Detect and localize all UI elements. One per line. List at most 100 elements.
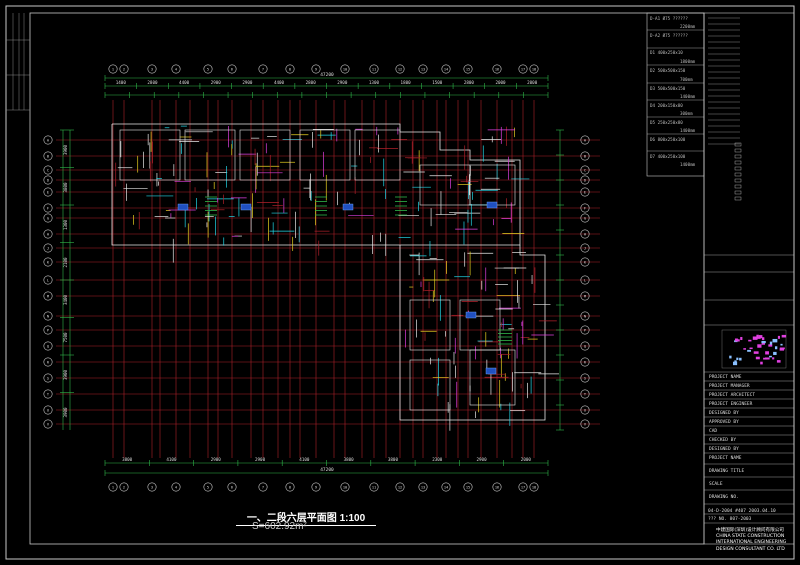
axis-bubble-top-label: 7 xyxy=(262,68,264,72)
key-plan-block xyxy=(736,357,739,361)
axis-bubble-bottom-label: 9 xyxy=(315,486,317,490)
axis-bubble-left-label: V xyxy=(47,423,50,427)
title-block xyxy=(703,12,795,545)
axis-bubble-bottom-label: 14 xyxy=(444,486,448,490)
dim-top-1-label: 1400 xyxy=(116,80,127,85)
axis-bubble-right-label: E xyxy=(584,191,586,195)
axis-bubble-bottom-label: 5 xyxy=(207,486,209,490)
company-block: 中建国际(深圳)设计顾问有限公司 CHINA STATE CONSTRUCTIO… xyxy=(716,528,792,553)
key-plan-block xyxy=(772,338,778,343)
key-plan-block xyxy=(769,355,772,358)
dim-top-1-label: 2900 xyxy=(337,80,348,85)
room-tag xyxy=(465,311,477,319)
key-plan-block xyxy=(748,339,752,342)
axis-bubble-left-label: T xyxy=(47,393,50,397)
dim-bottom-1-label: 2900 xyxy=(477,457,488,462)
axis-bubble-left-label: N xyxy=(47,315,49,319)
note-w3: D1 400x250x10 xyxy=(650,50,683,55)
unit-room xyxy=(419,164,471,206)
axis-bubble-top-label: 17 xyxy=(521,68,525,72)
axis-bubble-top-label: 3 xyxy=(151,68,153,72)
legend-swatch xyxy=(734,160,742,165)
tb-row-0: PROJECT NAME xyxy=(709,375,742,380)
axis-bubble-right-label: B xyxy=(584,155,586,159)
dim-top-1-label: 2900 xyxy=(242,80,253,85)
drawing-sheet: 1400 2800 4400 2900 2900 4400 2800 2900 1300 1800… xyxy=(5,5,795,560)
axis-bubble-left-label: S xyxy=(47,377,49,381)
dim-left-label: 3900 xyxy=(63,369,68,380)
key-plan-block xyxy=(768,344,773,347)
note-dim-3: 700mm xyxy=(680,77,693,82)
note-w1: D-A1 Ø75 ?????? xyxy=(650,16,688,21)
dim-top-1-label: 2000 xyxy=(495,80,506,85)
tb-date: 04-D-2004 #407 2003.04.10 xyxy=(708,509,776,514)
key-plan-block xyxy=(747,349,751,352)
axis-bubble-top-label: 9 xyxy=(315,68,317,72)
axis-bubble-top-label: 10 xyxy=(343,68,347,72)
axis-bubble-left-label: F xyxy=(47,207,49,211)
axis-bubble-bottom-label: 3 xyxy=(151,486,153,490)
note-w9: D7 400x250x100 xyxy=(650,154,686,159)
dim-top-1-label: 2800 xyxy=(147,80,158,85)
axis-bubble-left-label: R xyxy=(47,361,50,365)
tb-row-10: DRAWING TITLE xyxy=(709,469,745,474)
axis-bubble-bottom-label: 1 xyxy=(112,486,114,490)
note-w6: D4 200x150x80 xyxy=(650,103,683,108)
legend-swatch xyxy=(734,190,742,195)
company-name-en-2: INTERNATIONAL ENGINEERING xyxy=(716,540,787,546)
axis-bubble-bottom-label: 4 xyxy=(175,486,177,490)
axis-bubble-bottom-label: 10 xyxy=(343,486,347,490)
axis-bubble-right-label: A xyxy=(584,139,587,143)
dim-top-1-label: 1800 xyxy=(401,80,412,85)
binding-strip xyxy=(6,13,30,111)
axis-bubble-top-label: 6 xyxy=(231,68,233,72)
axis-bubble-left-label: E xyxy=(47,191,49,195)
note-dim-2: 1800mm xyxy=(680,59,696,64)
room-tag xyxy=(240,203,252,211)
axis-bubble-right-label: C xyxy=(584,169,586,173)
key-plan-block xyxy=(777,335,780,339)
axis-bubble-bottom-label: 16 xyxy=(495,486,499,490)
dimension-chains: 1400 2800 4400 2900 2900 4400 2800 2900 1300 1800… xyxy=(60,72,564,476)
dim-left-label: 3400 xyxy=(63,294,68,305)
axis-bubble-top-label: 13 xyxy=(421,68,425,72)
axis-bubble-right-label: D xyxy=(584,179,586,183)
legend-swatch xyxy=(734,148,742,153)
axis-bubble-left-label: A xyxy=(47,139,50,143)
dim-bottom-1-label: 2000 xyxy=(521,457,532,462)
axis-bubble-left-label: L xyxy=(47,279,49,283)
axis-bubble-left-label: U xyxy=(47,409,49,413)
axis-bubble-right-label: S xyxy=(584,377,586,381)
axis-bubble-top-label: 4 xyxy=(175,68,177,72)
note-dim-6: 1400mm xyxy=(680,128,696,133)
axis-bubble-top-label: 8 xyxy=(289,68,291,72)
dim-bottom-total-label: 47200 xyxy=(320,467,334,473)
inner-border xyxy=(29,12,705,545)
note-dim-5: 300mm xyxy=(680,111,693,116)
key-plan-block xyxy=(769,341,773,345)
key-plan-block xyxy=(780,343,783,346)
unit-room xyxy=(409,359,451,411)
dim-bottom-1-label: 3800 xyxy=(344,457,355,462)
key-plan-block xyxy=(752,336,758,340)
key-plan-block xyxy=(781,334,787,338)
key-plan-block xyxy=(776,360,781,363)
unit-room xyxy=(184,129,236,181)
axis-bubble-right-label: M xyxy=(584,295,587,299)
axis-bubble-bottom-label: 13 xyxy=(421,486,425,490)
legend-swatch xyxy=(734,178,742,183)
dim-bottom-1-label: 4100 xyxy=(166,457,177,462)
tb-row-12: DRAWING NO. xyxy=(709,495,739,500)
dim-top-1-label: 4400 xyxy=(274,80,285,85)
dim-left-label: 1300 xyxy=(63,219,68,230)
key-plan-block xyxy=(739,357,742,361)
unit-room xyxy=(409,299,451,351)
axis-bubble-right-label: P xyxy=(584,329,586,333)
axis-bubble-right-label: L xyxy=(584,279,586,283)
axis-bubble-right-label: J xyxy=(584,247,586,251)
room-tag xyxy=(342,203,354,211)
note-w4: D2 500x500x150 xyxy=(650,68,686,73)
legend-swatch xyxy=(734,142,742,147)
axis-bubble-top-label: 5 xyxy=(207,68,209,72)
axis-bubble-bottom-label: 2 xyxy=(123,486,125,490)
